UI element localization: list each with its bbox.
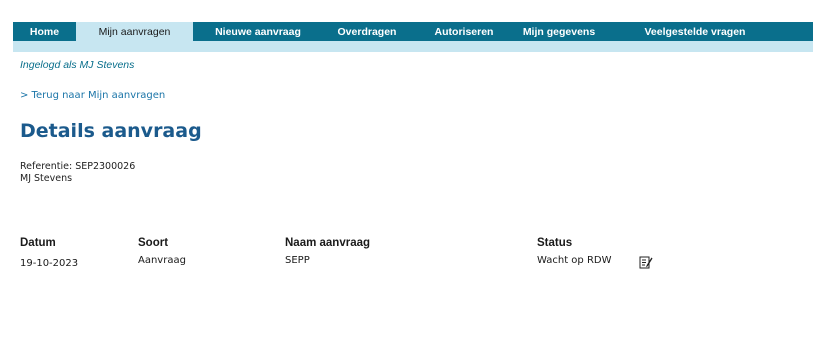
reference-number: Referentie: SEP2300026 bbox=[20, 161, 136, 172]
reference-owner-name: MJ Stevens bbox=[20, 173, 73, 184]
cell-status: Wacht op RDW bbox=[537, 255, 612, 266]
cell-naam-aanvraag: SEPP bbox=[285, 255, 310, 266]
logged-in-user-text: Ingelogd als MJ Stevens bbox=[20, 59, 135, 71]
navigation-subbar bbox=[13, 41, 813, 52]
edit-icon-graphic bbox=[639, 256, 653, 269]
nav-item-autoriseren[interactable]: Autoriseren bbox=[421, 22, 507, 41]
main-navigation: Home Mijn aanvragen Nieuwe aanvraag Over… bbox=[13, 22, 813, 41]
nav-item-home[interactable]: Home bbox=[13, 22, 76, 41]
nav-item-nieuwe-aanvraag[interactable]: Nieuwe aanvraag bbox=[203, 22, 313, 41]
column-header-status: Status bbox=[537, 237, 573, 249]
cell-soort: Aanvraag bbox=[138, 255, 186, 266]
column-header-soort: Soort bbox=[138, 237, 169, 249]
column-header-datum: Datum bbox=[20, 237, 56, 249]
nav-item-mijn-gegevens[interactable]: Mijn gegevens bbox=[509, 22, 609, 41]
page-title: Details aanvraag bbox=[20, 120, 202, 142]
nav-item-veelgestelde-vragen[interactable]: Veelgestelde vragen bbox=[635, 22, 755, 41]
cell-datum: 19-10-2023 bbox=[20, 258, 79, 269]
edit-icon[interactable] bbox=[639, 254, 653, 269]
nav-item-overdragen[interactable]: Overdragen bbox=[321, 22, 413, 41]
back-to-requests-link[interactable]: > Terug naar Mijn aanvragen bbox=[20, 90, 165, 101]
column-header-naam-aanvraag: Naam aanvraag bbox=[285, 237, 371, 249]
nav-item-mijn-aanvragen[interactable]: Mijn aanvragen bbox=[76, 22, 193, 41]
